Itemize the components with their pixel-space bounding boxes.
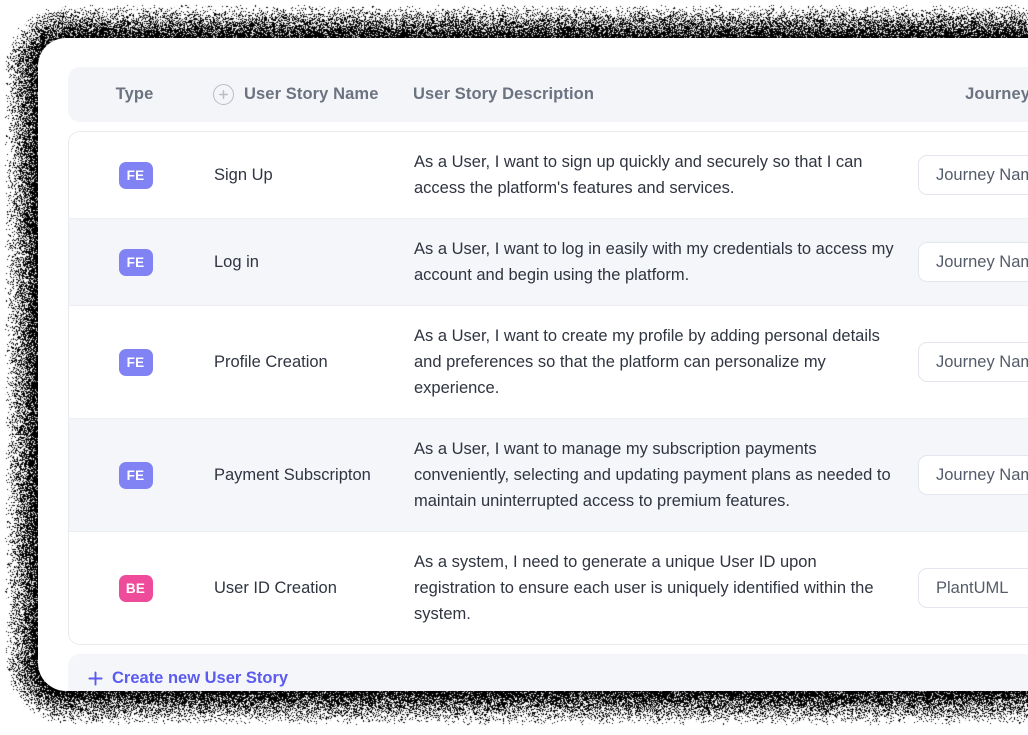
cell-user-story-description[interactable]: As a system, I need to generate a unique… — [414, 532, 918, 644]
column-header-user-story-name-label: User Story Name — [244, 85, 378, 104]
column-header-journey-map-label: Journey Map — [965, 85, 1028, 104]
column-header-user-story-description-label: User Story Description — [413, 85, 594, 104]
cell-user-story-description[interactable]: As a User, I want to manage my subscript… — [414, 419, 918, 531]
table-row[interactable]: FE Sign Up As a User, I want to sign up … — [69, 132, 1028, 219]
column-header-user-story-name[interactable]: User Story Name — [213, 84, 413, 105]
cell-journey-map: Journey Name — [918, 155, 1028, 195]
table-header-row: Type User Story Name User Story Descript… — [68, 67, 1028, 122]
table-row[interactable]: FE Log in As a User, I want to log in ea… — [69, 219, 1028, 306]
type-badge[interactable]: FE — [119, 462, 153, 489]
type-badge[interactable]: FE — [119, 162, 153, 189]
column-header-user-story-description[interactable]: User Story Description — [413, 85, 893, 104]
table-row[interactable]: BE User ID Creation As a system, I need … — [69, 532, 1028, 644]
plus-icon — [88, 671, 103, 686]
cell-journey-map: Journey Name — [918, 455, 1028, 495]
journey-map-input[interactable]: PlantUML — [918, 568, 1028, 608]
cell-journey-map: Journey Name — [918, 242, 1028, 282]
cell-user-story-name[interactable]: Payment Subscripton — [214, 466, 414, 485]
cell-type: FE — [69, 462, 214, 489]
cell-user-story-description[interactable]: As a User, I want to create my profile b… — [414, 306, 918, 418]
cell-type: FE — [69, 162, 214, 189]
column-header-journey-map[interactable]: Journey Map — [893, 85, 1028, 104]
cell-journey-map: Journey Name — [918, 342, 1028, 382]
table-footer-row: Create new User Story — [68, 654, 1028, 691]
cell-type: BE — [69, 575, 214, 602]
user-story-card: Type User Story Name User Story Descript… — [38, 38, 1028, 691]
type-badge[interactable]: BE — [119, 575, 153, 602]
type-badge[interactable]: FE — [119, 349, 153, 376]
table-row[interactable]: FE Payment Subscripton As a User, I want… — [69, 419, 1028, 532]
cell-type: FE — [69, 349, 214, 376]
journey-map-input[interactable]: Journey Name — [918, 342, 1028, 382]
journey-map-input[interactable]: Journey Name — [918, 455, 1028, 495]
cell-user-story-description[interactable]: As a User, I want to sign up quickly and… — [414, 132, 918, 218]
journey-map-input[interactable]: Journey Name — [918, 155, 1028, 195]
user-story-table: Type User Story Name User Story Descript… — [68, 67, 1028, 691]
plus-circle-icon[interactable] — [213, 84, 234, 105]
table-row[interactable]: FE Profile Creation As a User, I want to… — [69, 306, 1028, 419]
table-body: FE Sign Up As a User, I want to sign up … — [68, 131, 1028, 645]
cell-user-story-name[interactable]: Profile Creation — [214, 353, 414, 372]
cell-type: FE — [69, 249, 214, 276]
journey-map-input[interactable]: Journey Name — [918, 242, 1028, 282]
cell-user-story-name[interactable]: Log in — [214, 253, 414, 272]
create-new-user-story-button[interactable]: Create new User Story — [88, 669, 288, 688]
cell-user-story-name[interactable]: Sign Up — [214, 166, 414, 185]
cell-user-story-description[interactable]: As a User, I want to log in easily with … — [414, 219, 918, 305]
cell-journey-map: PlantUML — [918, 568, 1028, 608]
column-header-type-label: Type — [116, 85, 154, 104]
cell-user-story-name[interactable]: User ID Creation — [214, 579, 414, 598]
create-new-user-story-label: Create new User Story — [112, 669, 288, 688]
column-header-type[interactable]: Type — [68, 85, 213, 104]
type-badge[interactable]: FE — [119, 249, 153, 276]
